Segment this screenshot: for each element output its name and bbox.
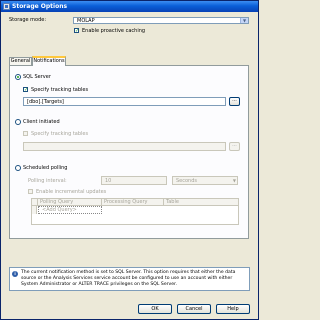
sql-specify-tracking-checkbox[interactable]: ✓ — [23, 87, 28, 93]
proactive-caching-label: Enable proactive caching — [82, 28, 146, 34]
info-message-box: i The current notification method is set… — [9, 267, 250, 291]
polling-interval-label: Polling interval: — [28, 178, 67, 184]
incremental-updates-checkbox[interactable] — [28, 189, 33, 194]
scheduled-polling-radio[interactable] — [15, 165, 21, 171]
grid-header-processing-query: Processing Query — [102, 199, 164, 206]
polling-interval-input[interactable]: 10 — [101, 176, 167, 185]
help-button[interactable]: Help — [216, 304, 250, 314]
grid-header-polling-query: Polling Query — [38, 199, 102, 206]
polling-interval-value: 10 — [105, 178, 112, 184]
storage-mode-label: Storage mode: — [9, 17, 47, 23]
chevron-down-icon[interactable]: ▼ — [233, 178, 236, 183]
tab-general[interactable]: General — [9, 57, 32, 65]
client-specify-tracking-label: Specify tracking tables — [31, 131, 89, 137]
scheduled-polling-label: Scheduled polling — [23, 165, 68, 171]
window-icon — [3, 3, 10, 10]
storage-options-window: Storage Options Storage mode: MOLAP ▼ ✓ … — [0, 0, 259, 320]
info-message-text: The current notification method is set t… — [21, 270, 236, 287]
grid-row-selector — [32, 206, 37, 214]
client-initiated-radio[interactable] — [15, 119, 21, 125]
sql-server-label: SQL Server — [23, 74, 51, 80]
polling-query-grid[interactable]: Polling Query Processing Query Table <Ad… — [31, 198, 239, 225]
sql-tracking-tables-input[interactable]: [dbo].[Targets] — [23, 97, 226, 106]
polling-unit-value: Seconds — [176, 178, 198, 184]
proactive-caching-checkbox[interactable]: ✓ — [74, 28, 79, 34]
client-initiated-label: Client initiated — [23, 119, 60, 125]
sql-specify-tracking-label: Specify tracking tables — [31, 87, 89, 93]
sql-tracking-tables-value: [dbo].[Targets] — [27, 99, 64, 105]
window-title: Storage Options — [12, 3, 68, 10]
cancel-button[interactable]: Cancel — [177, 304, 211, 314]
polling-unit-select[interactable]: Seconds ▼ — [172, 176, 238, 185]
tab-notifications[interactable]: Notifications — [32, 56, 66, 66]
storage-mode-value: MOLAP — [77, 18, 95, 24]
chevron-down-icon[interactable]: ▼ — [240, 18, 248, 23]
client-specify-tracking-checkbox[interactable] — [23, 131, 28, 136]
grid-header-table: Table — [164, 199, 238, 206]
ok-button[interactable]: OK — [138, 304, 172, 314]
info-icon: i — [12, 271, 18, 277]
incremental-updates-label: Enable incremental updates — [36, 189, 107, 195]
title-bar[interactable]: Storage Options — [1, 1, 258, 12]
sql-server-radio[interactable] — [15, 74, 21, 80]
storage-mode-select[interactable]: MOLAP ▼ — [73, 17, 249, 24]
add-query-cell[interactable]: <Add Query> — [38, 206, 102, 214]
client-tracking-tables-input[interactable] — [23, 142, 226, 151]
client-browse-tables-button[interactable]: ... — [229, 142, 240, 151]
sql-browse-tables-button[interactable]: ... — [229, 97, 240, 106]
